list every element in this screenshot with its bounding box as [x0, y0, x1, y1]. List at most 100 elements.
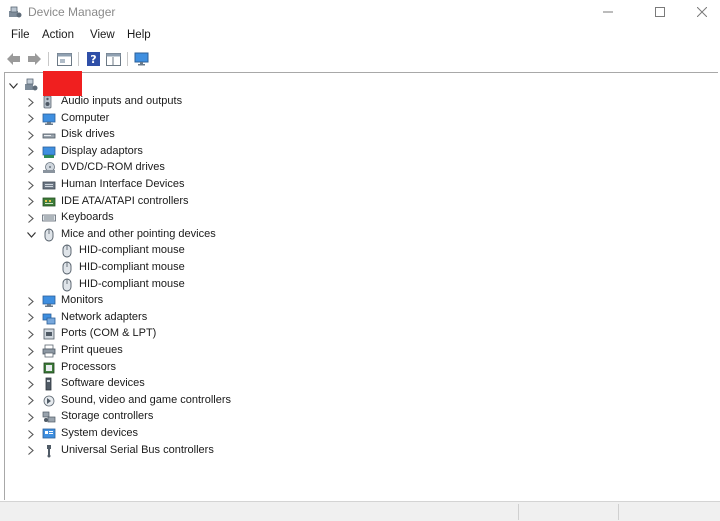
tree-device-row[interactable]: HID-compliant mouse [5, 260, 705, 276]
title-bar: Device Manager [0, 0, 720, 26]
tree-device-label: HID-compliant mouse [79, 277, 185, 290]
menu-file[interactable]: File [11, 29, 30, 41]
chevron-right-icon[interactable] [26, 379, 36, 389]
tree-category-row[interactable]: System devices [5, 426, 705, 442]
tree-category-label: Disk drives [61, 128, 115, 141]
tree-category-row[interactable]: Universal Serial Bus controllers [5, 443, 705, 459]
device-tree-pane: Audio inputs and outputs Computer Disk dri… [4, 72, 718, 500]
menu-action[interactable]: Action [42, 29, 74, 41]
close-button[interactable] [680, 0, 720, 24]
tree-category-row[interactable]: Monitors [5, 293, 705, 309]
tree-category-label: Computer [61, 111, 110, 124]
help-button[interactable]: ? [85, 51, 101, 67]
software-device-icon [45, 377, 52, 391]
tree-category-label: Ports (COM & LPT) [61, 327, 157, 340]
tree-category-label: Universal Serial Bus controllers [61, 443, 214, 456]
tree-category-row[interactable]: Network adapters [5, 310, 705, 326]
printer-icon [42, 344, 56, 358]
port-icon [43, 328, 55, 340]
tree-category-row[interactable]: Processors [5, 360, 705, 376]
root-chevron-down-icon[interactable] [8, 81, 18, 91]
chevron-right-icon[interactable] [26, 114, 36, 124]
minimize-icon [603, 11, 613, 13]
tree-category-row[interactable]: Audio inputs and outputs [5, 94, 705, 110]
status-separator [618, 504, 619, 520]
chevron-right-icon[interactable] [26, 213, 36, 223]
mouse-icon [62, 278, 72, 292]
chevron-right-icon[interactable] [26, 396, 36, 406]
chevron-right-icon[interactable] [26, 180, 36, 190]
mouse-icon [62, 244, 72, 258]
window-view-icon [105, 52, 121, 66]
view-button[interactable] [105, 51, 121, 67]
properties-button[interactable] [56, 51, 72, 67]
tree-category-label: Display adaptors [61, 144, 143, 157]
tree-category-label: Keyboards [61, 211, 114, 224]
back-button[interactable] [6, 51, 22, 67]
tree-category-row[interactable]: Human Interface Devices [5, 177, 705, 193]
mouse-icon [62, 261, 72, 275]
redacted-computer-name [43, 71, 82, 96]
chevron-right-icon[interactable] [26, 412, 36, 422]
tree-category-row[interactable]: Ports (COM & LPT) [5, 326, 705, 342]
network-adapter-icon [42, 313, 56, 325]
tree-category-label: Network adapters [61, 310, 148, 323]
hid-icon [42, 181, 56, 190]
tree-category-row[interactable]: Keyboards [5, 210, 705, 226]
tree-category-row[interactable]: Mice and other pointing devices [5, 227, 705, 243]
menu-help[interactable]: Help [127, 29, 151, 41]
toolbar-separator [48, 52, 49, 66]
system-device-icon [42, 428, 56, 439]
chevron-right-icon[interactable] [26, 346, 36, 356]
menu-bar: File Action View Help [0, 26, 720, 46]
svg-text:?: ? [90, 53, 96, 66]
usb-icon [47, 444, 51, 458]
disk-drive-icon [42, 133, 56, 139]
monitor-scan-icon [134, 52, 149, 66]
tree-device-label: HID-compliant mouse [79, 244, 185, 257]
chevron-right-icon[interactable] [26, 97, 36, 107]
chevron-right-icon[interactable] [26, 147, 36, 157]
chevron-right-icon[interactable] [26, 313, 36, 323]
tree-category-label: IDE ATA/ATAPI controllers [61, 194, 189, 207]
tree-category-row[interactable]: Display adaptors [5, 144, 705, 160]
chevron-down-icon [8, 83, 18, 89]
tree-device-row[interactable]: HID-compliant mouse [5, 277, 705, 293]
chevron-right-icon[interactable] [26, 163, 36, 173]
speaker-icon [43, 95, 52, 109]
tree-category-label: System devices [61, 427, 139, 439]
toolbar-separator [127, 52, 128, 66]
chevron-right-icon[interactable] [26, 363, 36, 373]
tree-category-row[interactable]: DVD/CD-ROM drives [5, 160, 705, 176]
minimize-button[interactable] [586, 0, 630, 24]
chevron-right-icon[interactable] [26, 429, 36, 439]
chevron-down-icon[interactable] [26, 230, 36, 240]
chevron-right-icon[interactable] [26, 329, 36, 339]
tree-category-row[interactable]: Computer [5, 111, 705, 127]
chevron-right-icon[interactable] [26, 446, 36, 456]
monitor-icon [42, 295, 56, 308]
computer-root-icon [25, 78, 38, 91]
maximize-button[interactable] [638, 0, 682, 24]
ide-controller-icon [42, 197, 56, 206]
forward-button[interactable] [26, 51, 42, 67]
tree-category-row[interactable]: Software devices [5, 376, 705, 392]
chevron-right-icon[interactable] [26, 197, 36, 207]
tree-category-row[interactable]: Storage controllers [5, 409, 705, 425]
scan-hardware-button[interactable] [134, 51, 150, 67]
display-adapter-icon [42, 146, 56, 158]
tree-category-row[interactable]: Print queues [5, 343, 705, 359]
tree-category-label: Monitors [61, 294, 104, 307]
tree-category-row[interactable]: Disk drives [5, 127, 705, 143]
status-separator [518, 504, 519, 520]
chevron-right-icon[interactable] [26, 296, 36, 306]
mouse-icon [44, 228, 54, 242]
keyboard-icon [42, 214, 56, 222]
maximize-icon [655, 7, 665, 17]
menu-view[interactable]: View [90, 29, 115, 41]
tree-device-row[interactable]: HID-compliant mouse [5, 243, 705, 259]
tree-category-row[interactable]: Sound, video and game controllers [5, 393, 705, 409]
tree-category-row[interactable]: IDE ATA/ATAPI controllers [5, 194, 705, 210]
toolbar: ? [0, 47, 720, 71]
chevron-right-icon[interactable] [26, 130, 36, 140]
